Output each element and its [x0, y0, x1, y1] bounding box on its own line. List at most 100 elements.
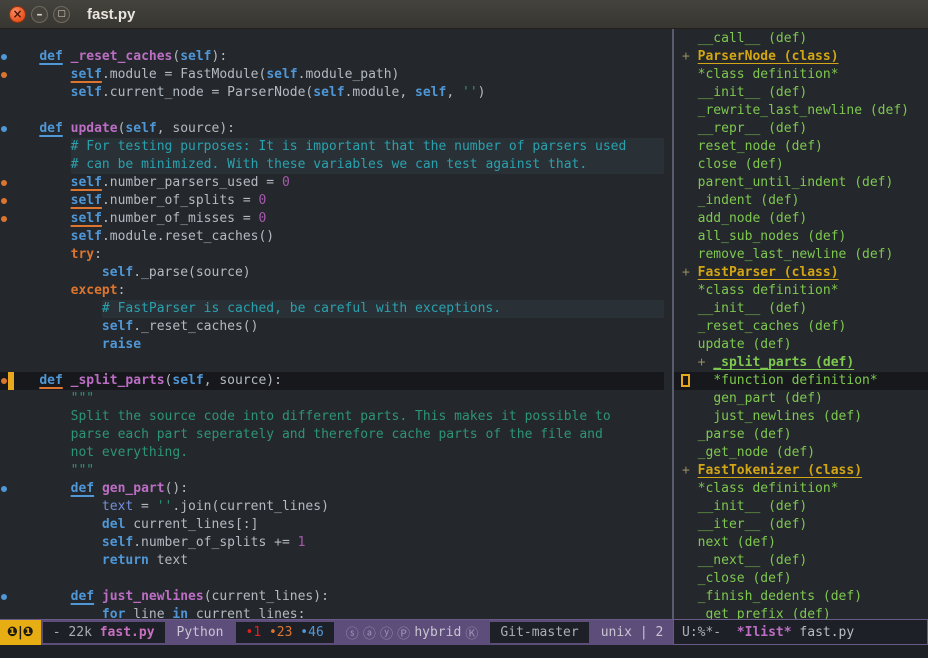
- indent: [8, 462, 71, 480]
- flycheck-warning-icon: [1, 216, 7, 222]
- imenu-list-modeline[interactable]: U:%*- *Ilist* fast.py: [673, 619, 928, 645]
- token: ParserNode (class): [698, 48, 839, 66]
- code-line[interactable]: self._parse(source): [0, 264, 664, 282]
- outline-entry[interactable]: update (def): [674, 336, 928, 354]
- code-line[interactable]: self.number_of_splits = 0: [0, 192, 664, 210]
- code-line[interactable]: except:: [0, 282, 664, 300]
- code-line[interactable]: def update(self, source):: [0, 120, 664, 138]
- outline-entry[interactable]: _parse (def): [674, 426, 928, 444]
- token: ❶|❶: [7, 625, 34, 640]
- code-text: self.module.reset_caches(): [71, 228, 275, 246]
- minor-modes-segment[interactable]: ⓢ ⓐ ⓨ Ⓟ hybrid Ⓚ: [336, 620, 489, 645]
- window-number-segment[interactable]: ❶|❶: [0, 620, 41, 645]
- code-line[interactable]: text = ''.join(current_lines): [0, 498, 664, 516]
- outline-entry[interactable]: gen_part (def): [674, 390, 928, 408]
- outline-entry[interactable]: __init__ (def): [674, 84, 928, 102]
- fringe: [0, 282, 8, 300]
- token: [682, 30, 698, 48]
- token: .number_parsers_used =: [102, 175, 282, 190]
- code-line[interactable]: self.module = FastModule(self.module_pat…: [0, 66, 664, 84]
- outline-entry[interactable]: + FastTokenizer (class): [674, 462, 928, 480]
- outline-entry[interactable]: _reset_caches (def): [674, 318, 928, 336]
- outline-entry[interactable]: *class definition*: [674, 480, 928, 498]
- code-line[interactable]: parse each part seperately and therefore…: [0, 426, 664, 444]
- code-text: return text: [102, 552, 188, 570]
- code-line[interactable]: self.number_parsers_used = 0: [0, 174, 664, 192]
- token: _reset_caches (def): [698, 318, 847, 336]
- outline-entry[interactable]: *function definition*: [674, 372, 928, 390]
- outline-entry[interactable]: *class definition*: [674, 66, 928, 84]
- outline-entry[interactable]: *class definition*: [674, 282, 928, 300]
- fringe: [0, 210, 8, 228]
- outline-panel[interactable]: __call__ (def)+ ParserNode (class) *clas…: [674, 29, 928, 619]
- outline-entry[interactable]: all_sub_nodes (def): [674, 228, 928, 246]
- outline-entry[interactable]: reset_node (def): [674, 138, 928, 156]
- outline-entry[interactable]: _get_node (def): [674, 444, 928, 462]
- outline-entry[interactable]: __iter__ (def): [674, 516, 928, 534]
- code-line[interactable]: Split the source code into different par…: [0, 408, 664, 426]
- outline-entry[interactable]: remove_last_newline (def): [674, 246, 928, 264]
- code-line[interactable]: # For testing purposes: It is important …: [0, 138, 664, 156]
- outline-entry[interactable]: + _split_parts (def): [674, 354, 928, 372]
- code-line[interactable]: self.current_node = ParserNode(self.modu…: [0, 84, 664, 102]
- fringe: [0, 246, 8, 264]
- code-line[interactable]: [0, 102, 664, 120]
- outline-entry[interactable]: _get_prefix (def): [674, 606, 928, 619]
- close-button[interactable]: ×: [9, 6, 26, 23]
- outline-entry[interactable]: _finish_dedents (def): [674, 588, 928, 606]
- code-line[interactable]: def _split_parts(self, source):: [0, 372, 664, 390]
- outline-entry[interactable]: __repr__ (def): [674, 120, 928, 138]
- code-line[interactable]: self.number_of_splits += 1: [0, 534, 664, 552]
- outline-entry[interactable]: _rewrite_last_newline (def): [674, 102, 928, 120]
- outline-entry[interactable]: __next__ (def): [674, 552, 928, 570]
- outline-entry[interactable]: + FastParser (class): [674, 264, 928, 282]
- minimize-button[interactable]: –: [31, 6, 48, 23]
- outline-entry[interactable]: _indent (def): [674, 192, 928, 210]
- code-line[interactable]: # FastParser is cached, be careful with …: [0, 300, 664, 318]
- code-line[interactable]: """: [0, 462, 664, 480]
- outline-entry[interactable]: __call__ (def): [674, 30, 928, 48]
- flycheck-segment[interactable]: •1 •23 •46: [236, 622, 334, 643]
- maximize-button[interactable]: ▢: [53, 6, 70, 23]
- outline-entry[interactable]: _close (def): [674, 570, 928, 588]
- outline-entry[interactable]: close (def): [674, 156, 928, 174]
- mode-line: ❶|❶ - 22k fast.pyPython•1 •23 •46ⓢ ⓐ ⓨ Ⓟ …: [0, 619, 928, 645]
- code-line[interactable]: def gen_part():: [0, 480, 664, 498]
- code-line[interactable]: del current_lines[:]: [0, 516, 664, 534]
- code-line[interactable]: raise: [0, 336, 664, 354]
- token: """: [71, 391, 94, 406]
- echo-area[interactable]: [0, 645, 928, 658]
- outline-entry[interactable]: just_newlines (def): [674, 408, 928, 426]
- token: self: [71, 193, 102, 208]
- token: .number_of_splits =: [102, 193, 259, 208]
- code-line[interactable]: return text: [0, 552, 664, 570]
- code-line[interactable]: [0, 30, 664, 48]
- code-line[interactable]: self.module.reset_caches(): [0, 228, 664, 246]
- code-line[interactable]: self.number_of_misses = 0: [0, 210, 664, 228]
- major-mode-segment[interactable]: Python: [167, 620, 234, 645]
- git-branch-segment[interactable]: Git-master: [490, 622, 588, 643]
- code-line[interactable]: try:: [0, 246, 664, 264]
- code-line[interactable]: """: [0, 390, 664, 408]
- code-line[interactable]: [0, 570, 664, 588]
- code-buffer[interactable]: def _reset_caches(self): self.module = F…: [0, 29, 672, 619]
- code-line[interactable]: def just_newlines(current_lines):: [0, 588, 664, 606]
- code-text: self.number_of_splits = 0: [71, 192, 267, 210]
- code-line[interactable]: not everything.: [0, 444, 664, 462]
- outline-entry[interactable]: + ParserNode (class): [674, 48, 928, 66]
- code-text: def _reset_caches(self):: [39, 48, 227, 66]
- code-line[interactable]: # can be minimized. With these variables…: [0, 156, 664, 174]
- code-line[interactable]: self._reset_caches(): [0, 318, 664, 336]
- encoding-segment[interactable]: unix | 2: [591, 620, 673, 645]
- outline-entry[interactable]: add_node (def): [674, 210, 928, 228]
- code-line[interactable]: for line in current_lines:: [0, 606, 664, 619]
- outline-entry[interactable]: __init__ (def): [674, 300, 928, 318]
- outline-entry[interactable]: parent_until_indent (def): [674, 174, 928, 192]
- code-line[interactable]: def _reset_caches(self):: [0, 48, 664, 66]
- outline-entry[interactable]: __init__ (def): [674, 498, 928, 516]
- code-line[interactable]: [0, 354, 664, 372]
- outline-entry[interactable]: next (def): [674, 534, 928, 552]
- maximize-icon: ▢: [57, 10, 66, 19]
- fringe: [0, 516, 8, 534]
- buffer-info-segment[interactable]: - 22k fast.py: [43, 622, 165, 643]
